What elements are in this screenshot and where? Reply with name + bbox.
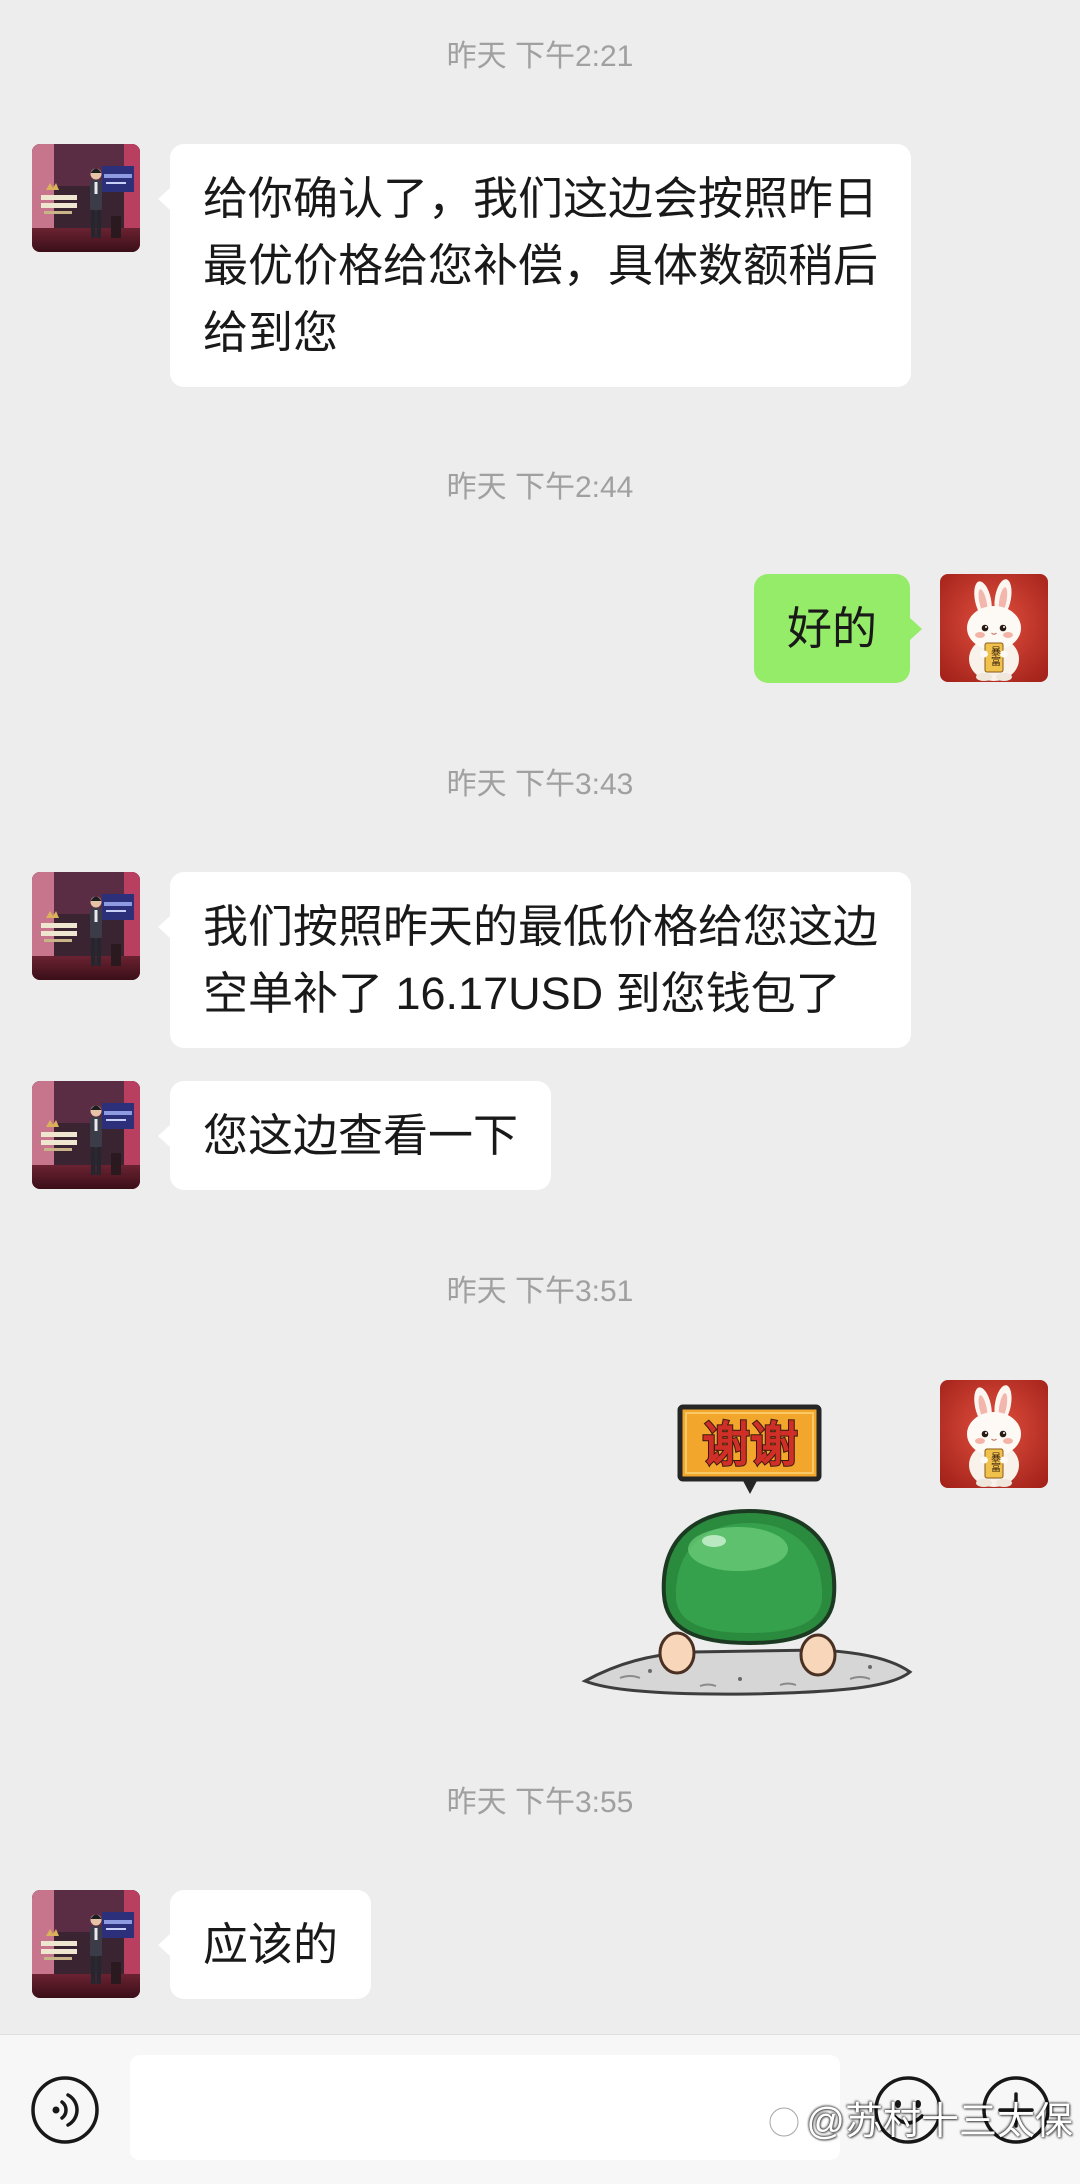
message-line: 我们按照昨天的最低价格给您这边 — [203, 901, 879, 952]
contact-avatar[interactable] — [32, 144, 140, 252]
message-bubble-outgoing[interactable]: 好的 — [753, 574, 923, 683]
my-avatar[interactable] — [940, 1380, 1048, 1488]
watermark-logo-icon — [768, 2106, 800, 2138]
message-line: 应该的 — [203, 1919, 339, 1970]
thanks-sign-text: 谢谢 — [702, 1417, 798, 1473]
message-line: 给你确认了，我们这边会按照昨日 — [203, 173, 879, 224]
watermark-text: @苏村十三太保 — [806, 2101, 1073, 2143]
message-line: 空单补了 16.17USD 到您钱包了 — [203, 968, 841, 1019]
watermark: @苏村十三太保 — [766, 2096, 1073, 2148]
contact-avatar[interactable] — [32, 1081, 140, 1189]
message-line: 最优价格给您补偿，具体数额稍后 — [203, 240, 879, 291]
thanks-sticker[interactable]: 谢谢 — [580, 1395, 915, 1705]
my-avatar-image — [940, 574, 1048, 682]
voice-icon — [31, 2076, 99, 2144]
contact-avatar-image — [32, 1890, 140, 1998]
green-shell — [661, 1508, 837, 1646]
contact-avatar-image — [32, 144, 140, 252]
rock — [581, 1648, 913, 1696]
thanks-sign: 谢谢 — [677, 1404, 822, 1494]
timestamp: 昨天 下午2:44 — [446, 471, 634, 504]
message-line: 您这边查看一下 — [203, 1110, 519, 1161]
contact-avatar-image — [32, 872, 140, 980]
timestamp: 昨天 下午3:55 — [446, 1786, 634, 1819]
message-bubble[interactable]: 给你确认了，我们这边会按照昨日 最优价格给您补偿，具体数额稍后 给到您 — [157, 144, 912, 387]
timestamp: 昨天 下午3:51 — [446, 1275, 634, 1308]
message-line: 好的 — [786, 603, 877, 654]
my-avatar-image — [940, 1380, 1048, 1488]
contact-avatar[interactable] — [32, 872, 140, 980]
message-input[interactable] — [130, 2055, 840, 2160]
message-bubble[interactable]: 应该的 — [157, 1890, 372, 1999]
timestamp: 昨天 下午2:21 — [446, 40, 634, 73]
message-bubble[interactable]: 您这边查看一下 — [157, 1081, 552, 1190]
message-list: 昨天 下午2:21 给你确认了，我们这边会按照昨日 最优价格给您补偿，具体数额稍… — [0, 0, 1080, 2034]
contact-avatar[interactable] — [32, 1890, 140, 1998]
message-bubble[interactable]: 我们按照昨天的最低价格给您这边 空单补了 16.17USD 到您钱包了 — [157, 872, 912, 1048]
contact-avatar-image — [32, 1081, 140, 1189]
timestamp: 昨天 下午3:43 — [446, 768, 634, 801]
my-avatar[interactable] — [940, 574, 1048, 682]
message-line: 给到您 — [203, 307, 339, 358]
voice-button[interactable] — [29, 2074, 101, 2146]
